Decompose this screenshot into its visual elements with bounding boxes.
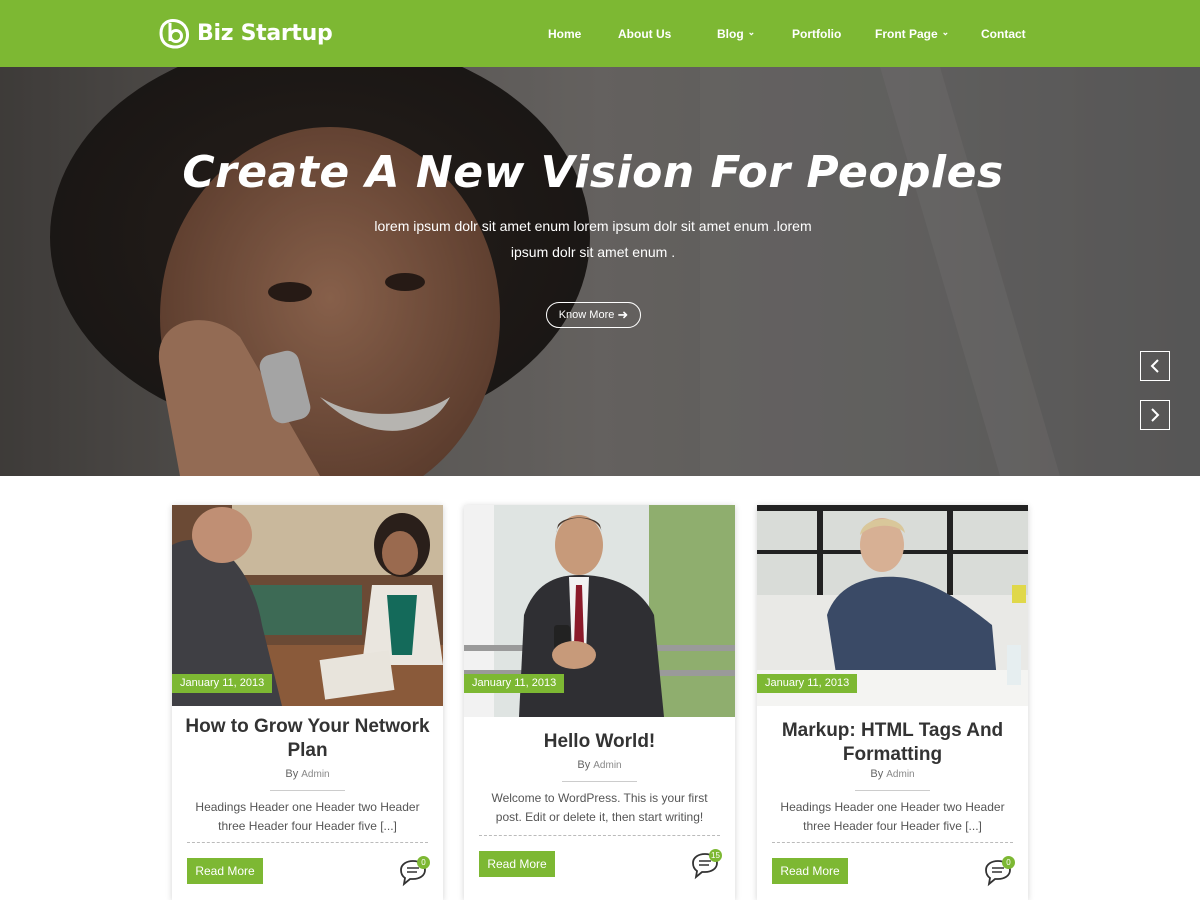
byline-label: By (577, 759, 591, 771)
nav-label: Contact (981, 26, 1026, 41)
main-nav: Home About Us Blog ⌄ Portfolio Front Page… (548, 0, 1041, 67)
hero-title: Create A New Vision For Peoples (182, 147, 1004, 198)
nav-label: Portfolio (792, 26, 842, 41)
divider (772, 842, 1013, 843)
post-title[interactable]: Hello World! (474, 730, 725, 754)
divider (562, 781, 637, 782)
nav-item-contact[interactable]: Contact (981, 27, 1041, 41)
post-card: January 11, 2013 Markup: HTML Tags And F… (757, 505, 1028, 900)
nav-item-front-page[interactable]: Front Page ⌄ (875, 27, 981, 41)
know-more-button[interactable]: Know More ➜ (546, 302, 641, 328)
nav-label: About Us (618, 26, 672, 41)
site-header: Biz Startup Home About Us Blog ⌄ Portfoli… (0, 0, 1200, 67)
nav-item-home[interactable]: Home (548, 27, 618, 41)
site-name: Biz Startup (197, 20, 333, 46)
slider-next-button[interactable] (1140, 400, 1170, 430)
comments-link[interactable]: 0 (982, 856, 1018, 888)
post-byline: By Admin (172, 768, 443, 780)
post-card: January 11, 2013 Hello World! By Admin W… (464, 505, 735, 900)
post-date-badge: January 11, 2013 (757, 674, 858, 693)
site-logo[interactable]: Biz Startup (157, 16, 333, 50)
nav-label: Front Page (875, 26, 938, 41)
post-author[interactable]: Admin (593, 760, 621, 771)
comment-count: 0 (417, 856, 430, 869)
byline-label: By (870, 768, 884, 780)
post-excerpt: Headings Header one Header two Header th… (780, 800, 1005, 833)
comments-link[interactable]: 15 (689, 849, 725, 881)
read-more-button[interactable]: Read More (479, 851, 555, 877)
post-card: January 11, 2013 How to Grow Your Networ… (172, 505, 443, 900)
comment-count: 0 (1002, 856, 1015, 869)
post-byline: By Admin (757, 768, 1028, 780)
comment-count: 15 (709, 849, 722, 862)
post-excerpt: Headings Header one Header two Header th… (195, 800, 420, 833)
chevron-right-icon (1151, 408, 1160, 422)
post-excerpt: Welcome to WordPress. This is your first… (491, 791, 708, 824)
divider (270, 790, 345, 791)
divider (187, 842, 428, 843)
post-author[interactable]: Admin (886, 769, 914, 780)
know-more-label: Know More (558, 309, 615, 321)
divider (479, 835, 720, 836)
arrow-right-icon: ➜ (617, 307, 629, 322)
nav-item-portfolio[interactable]: Portfolio (792, 27, 875, 41)
post-title[interactable]: How to Grow Your Network Plan (182, 715, 433, 763)
nav-label: Blog (717, 26, 744, 41)
post-date-badge: January 11, 2013 (172, 674, 273, 693)
nav-item-blog[interactable]: Blog ⌄ (717, 27, 792, 41)
hero-overlay (0, 67, 1200, 476)
nav-item-about-us[interactable]: About Us (618, 27, 717, 41)
hero-slider: Create A New Vision For Peoples lorem ip… (0, 67, 1200, 476)
chevron-down-icon: ⌄ (941, 27, 950, 37)
hero-subtitle: lorem ipsum dolr sit amet enum lorem ips… (374, 218, 812, 260)
byline-label: By (285, 768, 299, 780)
read-more-button[interactable]: Read More (187, 858, 263, 884)
slider-prev-button[interactable] (1140, 351, 1170, 381)
post-byline: By Admin (464, 759, 735, 771)
post-title[interactable]: Markup: HTML Tags And Formatting (767, 719, 1018, 767)
read-more-button[interactable]: Read More (772, 858, 848, 884)
chevron-down-icon: ⌄ (747, 27, 756, 37)
divider (855, 790, 930, 791)
post-author[interactable]: Admin (301, 769, 329, 780)
comments-link[interactable]: 0 (397, 856, 433, 888)
post-date-badge: January 11, 2013 (464, 674, 565, 693)
nav-label: Home (548, 26, 582, 41)
chevron-left-icon (1150, 359, 1159, 373)
leaf-b-logo-icon (159, 19, 189, 49)
